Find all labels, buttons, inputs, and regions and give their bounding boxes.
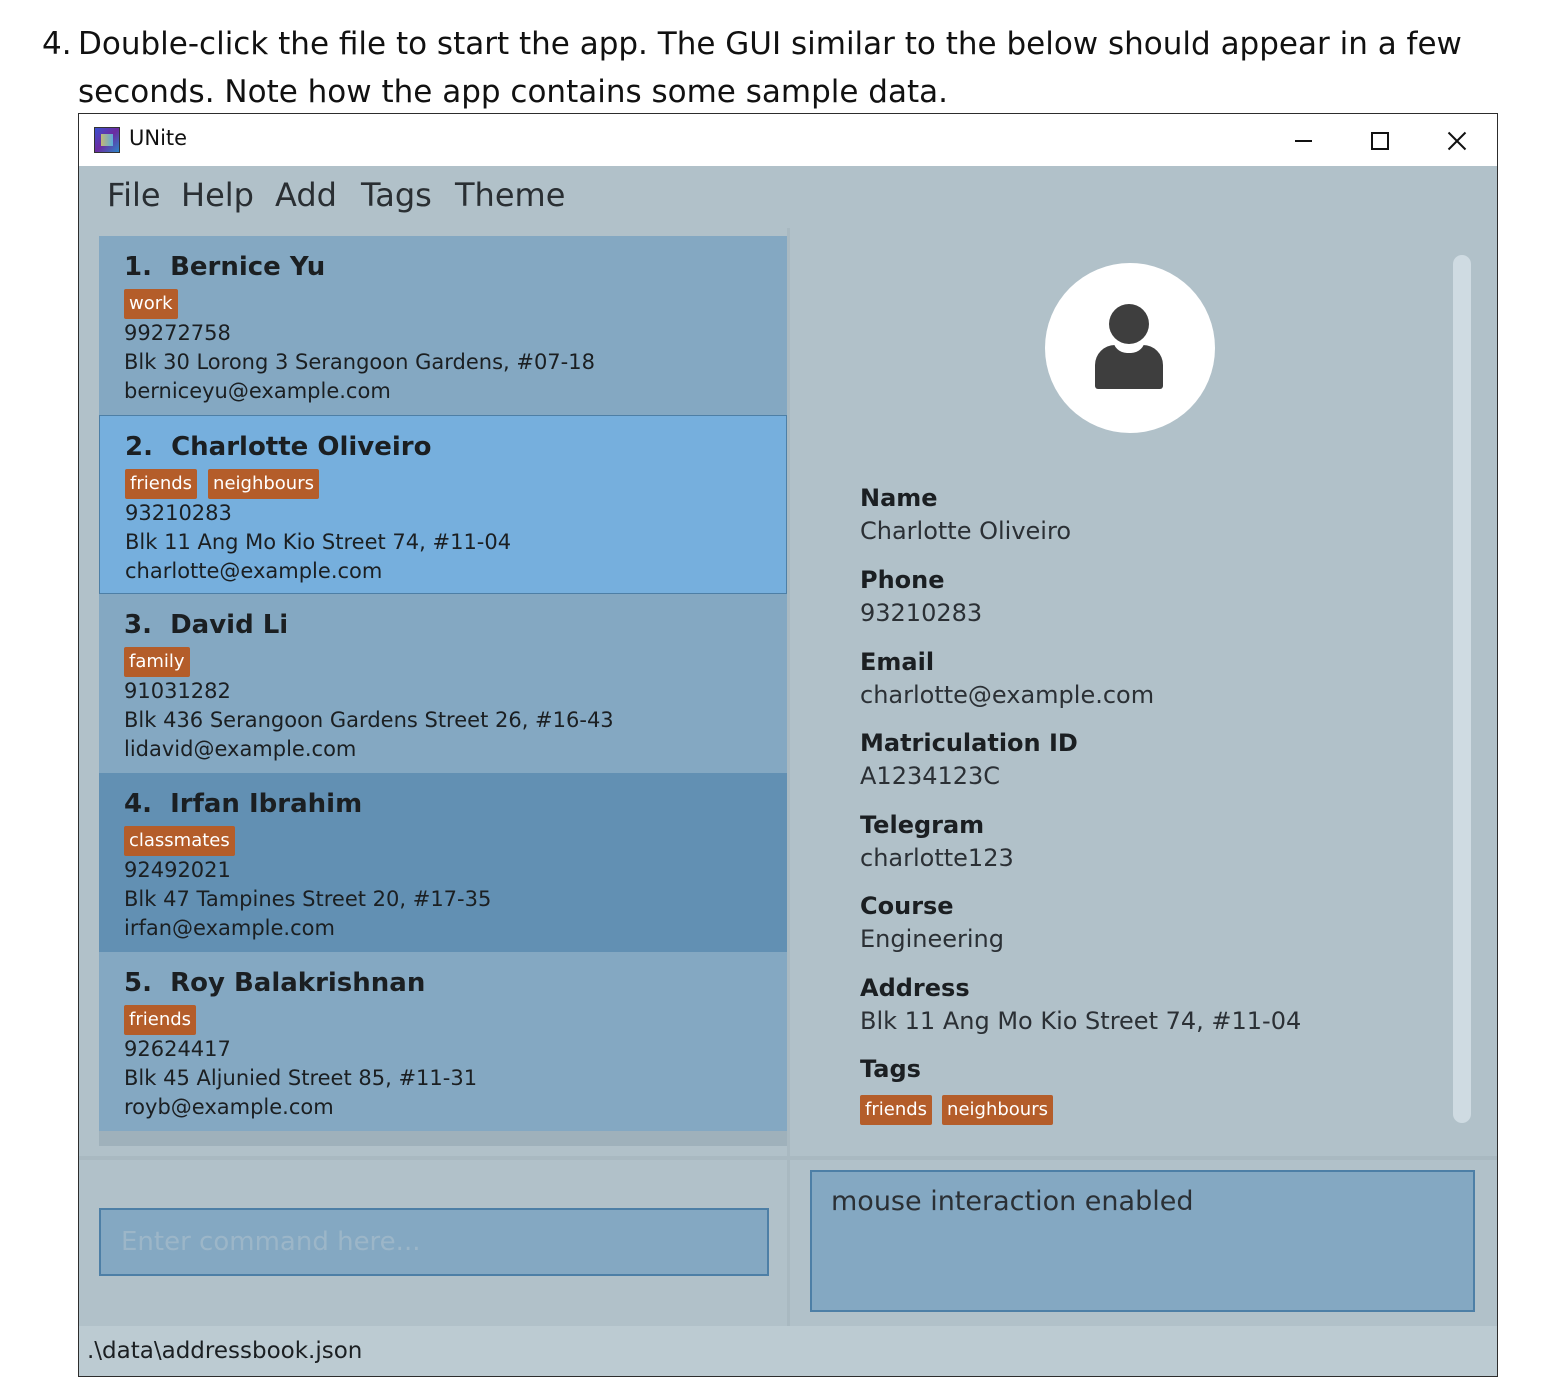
detail-address-label: Address	[860, 974, 970, 1002]
minimize-icon	[1294, 140, 1312, 142]
person-name: 2. Charlotte Oliveiro	[125, 432, 432, 462]
title-bar[interactable]: UNite	[79, 114, 1497, 166]
app-icon	[94, 127, 120, 153]
person-card-hovered[interactable]: 4. Irfan Ibrahim classmates 92492021 Blk…	[99, 773, 787, 952]
person-card[interactable]: 3. David Li family 91031282 Blk 436 Sera…	[99, 594, 787, 773]
step-number: 4.	[42, 26, 72, 62]
detail-matric-label: Matriculation ID	[860, 729, 1078, 757]
detail-tags: friends neighbours	[860, 1095, 1053, 1125]
command-input[interactable]	[101, 1210, 767, 1274]
person-name: 3. David Li	[124, 610, 289, 640]
person-phone: 91031282	[124, 679, 231, 703]
person-name: 4. Irfan Ibrahim	[124, 789, 363, 819]
person-name: 5. Roy Balakrishnan	[124, 968, 426, 998]
detail-tags-label: Tags	[860, 1055, 921, 1083]
person-email: royb@example.com	[124, 1095, 334, 1119]
maximize-button[interactable]	[1359, 120, 1401, 162]
menu-file[interactable]: File	[107, 176, 161, 214]
person-tags: classmates	[124, 826, 235, 856]
tag-badge: neighbours	[942, 1095, 1053, 1125]
person-tags: work	[124, 289, 178, 319]
tag-badge: friends	[860, 1095, 933, 1125]
person-phone: 93210283	[125, 501, 232, 525]
close-button[interactable]	[1436, 120, 1478, 162]
person-phone: 92492021	[124, 858, 231, 882]
detail-telegram: charlotte123	[860, 844, 1014, 872]
detail-matric: A1234123C	[860, 762, 1001, 790]
person-email: lidavid@example.com	[124, 737, 357, 761]
detail-email-label: Email	[860, 648, 935, 676]
person-detail-panel: Name Charlotte Oliveiro Phone 93210283 E…	[790, 228, 1497, 1156]
status-file-path: .\data\addressbook.json	[87, 1338, 363, 1364]
menu-help[interactable]: Help	[181, 176, 254, 214]
detail-course: Engineering	[860, 925, 1004, 953]
person-list[interactable]: 1. Bernice Yu work 99272758 Blk 30 Loron…	[99, 236, 787, 1146]
app-window: UNite File Help Add Tags Theme 1. Bernic…	[78, 113, 1498, 1377]
person-email: irfan@example.com	[124, 916, 335, 940]
person-address: Blk 45 Aljunied Street 85, #11-31	[124, 1066, 478, 1090]
person-address: Blk 11 Ang Mo Kio Street 74, #11-04	[125, 530, 512, 554]
avatar	[1045, 263, 1215, 433]
person-card[interactable]: 1. Bernice Yu work 99272758 Blk 30 Loron…	[99, 236, 787, 415]
person-address: Blk 30 Lorong 3 Serangoon Gardens, #07-1…	[124, 350, 595, 374]
tag-badge: work	[124, 289, 178, 319]
menu-add[interactable]: Add	[275, 176, 337, 214]
person-card[interactable]: 5. Roy Balakrishnan friends 92624417 Blk…	[99, 952, 787, 1131]
close-icon	[1446, 130, 1468, 152]
tag-badge: friends	[124, 1005, 197, 1035]
detail-phone: 93210283	[860, 599, 983, 627]
person-phone: 92624417	[124, 1037, 231, 1061]
command-box[interactable]	[99, 1208, 769, 1276]
tag-badge: family	[124, 647, 190, 677]
person-email: berniceyu@example.com	[124, 379, 391, 403]
tag-badge: neighbours	[208, 469, 319, 499]
maximize-icon	[1371, 132, 1389, 150]
menu-theme[interactable]: Theme	[455, 176, 565, 214]
menu-bar: File Help Add Tags Theme	[79, 166, 1497, 228]
person-tags: friends neighbours	[125, 469, 319, 499]
person-tags: friends	[124, 1005, 197, 1035]
status-bar: .\data\addressbook.json	[79, 1326, 1497, 1376]
menu-tags[interactable]: Tags	[361, 176, 432, 214]
detail-name: Charlotte Oliveiro	[860, 517, 1071, 545]
detail-name-label: Name	[860, 484, 938, 512]
result-text: mouse interaction enabled	[831, 1186, 1194, 1217]
minimize-button[interactable]	[1282, 120, 1324, 162]
person-email: charlotte@example.com	[125, 559, 383, 583]
person-address: Blk 47 Tampines Street 20, #17-35	[124, 887, 492, 911]
horizontal-divider	[79, 1156, 1497, 1160]
person-phone: 99272758	[124, 321, 231, 345]
person-name: 1. Bernice Yu	[124, 252, 326, 282]
tag-badge: classmates	[124, 826, 235, 856]
tag-badge: friends	[125, 469, 198, 499]
detail-address: Blk 11 Ang Mo Kio Street 74, #11-04	[860, 1007, 1302, 1035]
result-display: mouse interaction enabled	[810, 1170, 1475, 1312]
detail-phone-label: Phone	[860, 566, 945, 594]
person-tags: family	[124, 647, 190, 677]
person-address: Blk 436 Serangoon Gardens Street 26, #16…	[124, 708, 614, 732]
detail-course-label: Course	[860, 892, 954, 920]
detail-telegram-label: Telegram	[860, 811, 985, 839]
detail-email: charlotte@example.com	[860, 681, 1155, 709]
window-title: UNite	[129, 126, 188, 150]
person-card-selected[interactable]: 2. Charlotte Oliveiro friends neighbours…	[99, 415, 787, 594]
detail-scrollbar[interactable]	[1453, 255, 1471, 1123]
step-text: Double-click the file to start the app. …	[78, 26, 1462, 110]
